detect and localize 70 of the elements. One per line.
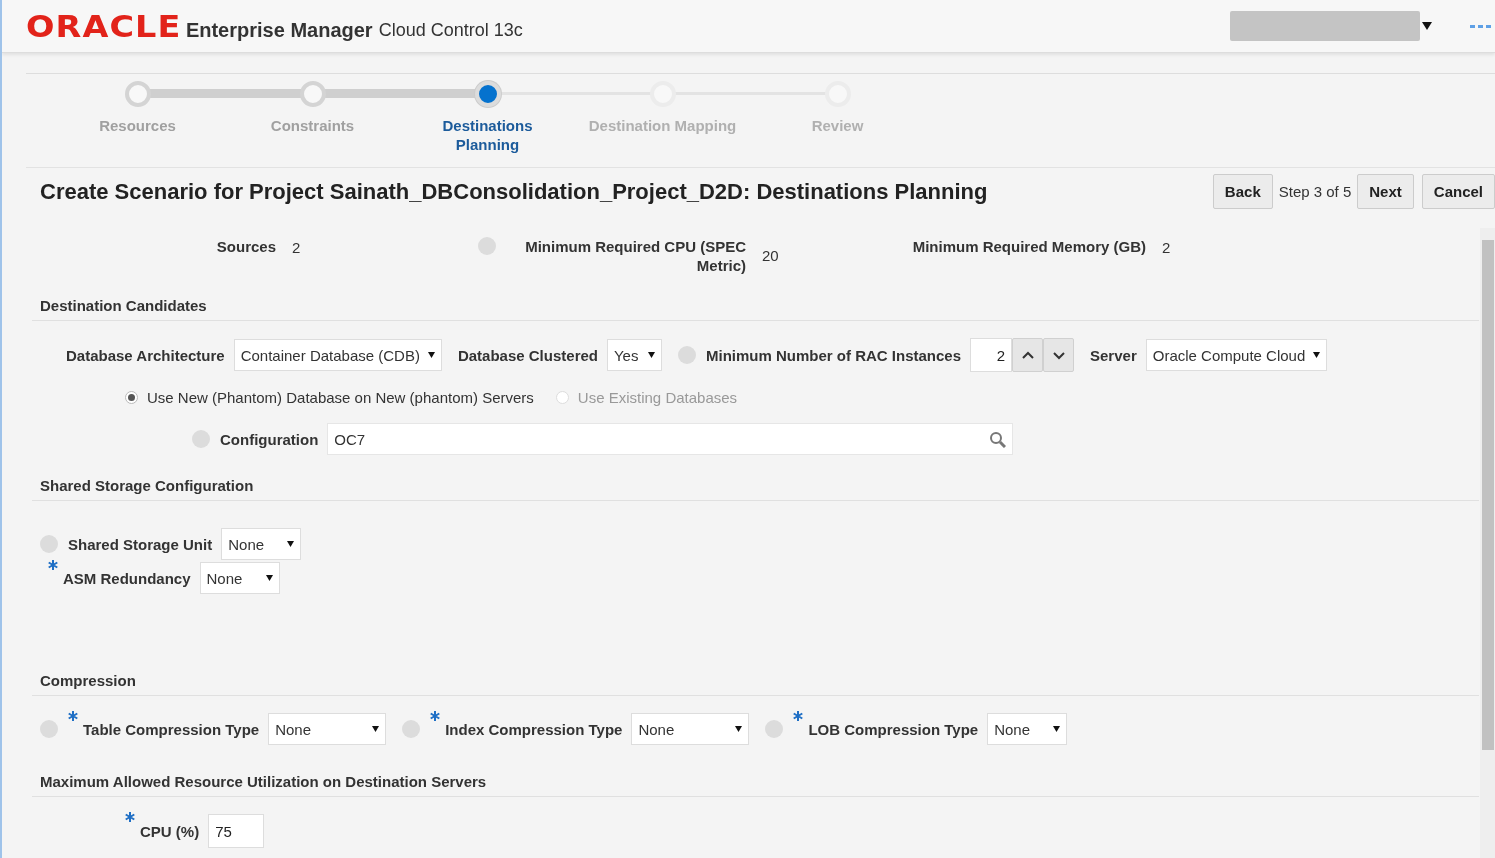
cancel-button[interactable]: Cancel xyxy=(1421,174,1495,209)
next-button[interactable]: Next xyxy=(1357,174,1414,209)
more-icon[interactable] xyxy=(1470,24,1491,28)
input-field[interactable]: 75 xyxy=(208,814,265,848)
page-title: Create Scenario for Project Sainath_DBConsolidation_Project_D2D: Destinations Planning xyxy=(40,178,989,205)
help-icon[interactable] xyxy=(40,720,58,738)
section-heading: Maximum Allowed Resource Utilization on Destination Servers xyxy=(32,773,1479,797)
dropdown[interactable]: Yes xyxy=(607,339,662,371)
radio-button[interactable] xyxy=(125,391,138,404)
section-heading: Destination Candidates xyxy=(32,297,1479,321)
section-heading: Compression xyxy=(32,672,1479,696)
dropdown[interactable]: None xyxy=(268,713,387,745)
product-subtitle: Cloud Control 13c xyxy=(378,19,523,41)
caret-icon xyxy=(372,726,380,732)
help-icon[interactable] xyxy=(478,237,496,255)
number-field[interactable]: 2 xyxy=(970,338,1012,372)
step-node[interactable] xyxy=(299,81,326,107)
caret-icon xyxy=(1313,352,1321,358)
scroll-thumb[interactable] xyxy=(1482,240,1494,750)
help-icon[interactable] xyxy=(678,346,696,364)
summary-value: 2 xyxy=(1162,239,1172,256)
summary-label: Minimum Required CPU (SPEC Metric) xyxy=(524,237,746,275)
caret-icon xyxy=(1053,726,1061,732)
dropdown[interactable]: None xyxy=(221,528,302,560)
field-label: Configuration xyxy=(220,430,319,448)
search-icon[interactable] xyxy=(989,430,1007,448)
decrement-button[interactable] xyxy=(1043,338,1074,372)
field-label: Index Compression Type xyxy=(445,720,623,738)
summary-label: Minimum Required Memory (GB) xyxy=(912,237,1146,256)
step-node[interactable] xyxy=(124,81,151,107)
summary-value: 20 xyxy=(762,247,780,264)
caret-icon xyxy=(648,352,655,358)
help-icon[interactable] xyxy=(402,720,421,738)
caret-icon[interactable] xyxy=(1422,22,1432,30)
help-icon[interactable] xyxy=(765,720,784,738)
caret-icon xyxy=(265,575,273,581)
brand-logo: ORACLE xyxy=(26,8,182,44)
field-label: Shared Storage Unit xyxy=(68,535,213,553)
caret-icon xyxy=(427,352,435,358)
dropdown[interactable]: Oracle Compute Cloud xyxy=(1145,339,1328,371)
caret-icon xyxy=(735,726,743,732)
radio-label[interactable]: Use New (Phantom) Database on New (phantom) Servers xyxy=(147,389,534,406)
field-label: LOB Compression Type xyxy=(808,720,979,738)
field-label: Server xyxy=(1090,346,1137,364)
caret-icon xyxy=(287,541,295,547)
summary-label: Sources xyxy=(216,237,276,256)
section-heading: Shared Storage Configuration xyxy=(32,477,1479,501)
search-field[interactable]: OC7 xyxy=(327,423,1014,455)
field-label: Table Compression Type xyxy=(83,720,260,738)
field-label: Minimum Number of RAC Instances xyxy=(706,346,961,364)
dropdown[interactable]: None xyxy=(631,713,750,745)
scrollbar[interactable] xyxy=(1480,228,1495,858)
product-name: Enterprise Manager xyxy=(185,18,373,42)
dropdown[interactable]: Container Database (CDB) xyxy=(233,339,442,371)
field-label: ASM Redundancy xyxy=(63,569,191,587)
chevron-down-icon xyxy=(1052,350,1065,360)
help-icon[interactable] xyxy=(192,430,210,448)
summary-value: 2 xyxy=(292,239,302,256)
field-label: CPU (%) xyxy=(140,822,200,840)
step-indicator: Step 3 of 5 xyxy=(1278,183,1352,200)
field-label: Database Architecture xyxy=(66,346,225,364)
back-button[interactable]: Back xyxy=(1212,174,1273,209)
field-label: Database Clustered xyxy=(457,346,598,364)
dropdown[interactable]: None xyxy=(199,562,280,594)
dropdown[interactable]: None xyxy=(987,713,1068,745)
increment-button[interactable] xyxy=(1012,338,1043,372)
step-label[interactable]: Destinations Planning xyxy=(432,116,543,154)
step-node[interactable] xyxy=(474,81,501,107)
help-icon[interactable] xyxy=(40,535,58,553)
chevron-up-icon xyxy=(1021,350,1034,360)
